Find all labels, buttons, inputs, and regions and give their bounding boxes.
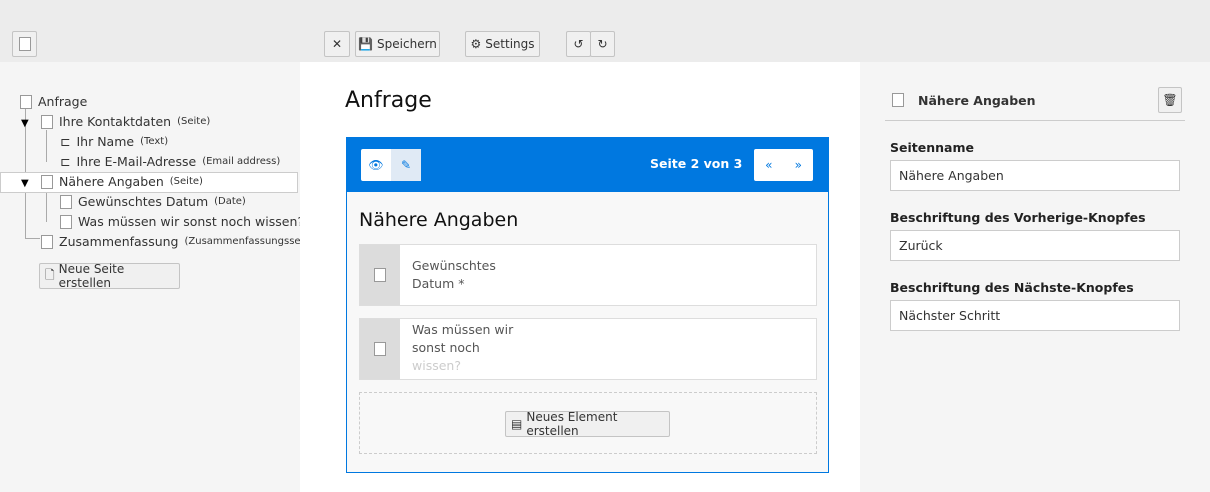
tree-label: Nähere Angaben xyxy=(59,174,164,189)
tree-label: Gewünschtes Datum xyxy=(78,194,209,209)
tree-item-page[interactable]: Zusammenfassung (Zusammenfassungsseite) xyxy=(41,234,317,249)
new-element-button[interactable]: ▤ Neues Element erstellen xyxy=(505,410,670,438)
calendar-icon xyxy=(374,268,386,282)
field-label: Beschriftung des Vorherige-Knopfes xyxy=(890,210,1146,225)
toolbar: ✕ 💾 Speichern ⚙ Settings ↺ ↻ xyxy=(0,0,1210,62)
tree-type: (Text) xyxy=(140,136,169,147)
element-label: sonst noch xyxy=(412,340,480,355)
new-form-button[interactable] xyxy=(12,31,37,57)
inspector-title: Nähere Angaben xyxy=(918,93,1036,108)
gear-icon: ⚙ xyxy=(470,37,482,51)
add-page-icon: 🗋 xyxy=(45,267,55,282)
redo-icon: ↻ xyxy=(597,37,608,51)
form-page-header: 👁 ✎ Seite 2 von 3 « » xyxy=(347,138,828,192)
form-element-date[interactable]: Gewünschtes Datum * xyxy=(359,244,817,306)
textarea-icon xyxy=(60,214,72,229)
save-label: Speichern xyxy=(377,37,437,51)
next-label-input[interactable] xyxy=(890,300,1180,331)
tree-item-element[interactable]: Was müssen wir sonst noch wissen? xyxy=(60,214,304,229)
tree-item-element[interactable]: ⊏ Ihr Name (Text) xyxy=(60,134,168,149)
page-icon xyxy=(892,93,904,107)
tree-label: Ihr Name xyxy=(76,134,135,149)
tree-label: Was müssen wir sonst noch wissen? xyxy=(78,214,305,229)
tree-item-element[interactable]: ⊏ Ihre E-Mail-Adresse (Email address) xyxy=(60,154,280,169)
tree-type: (Seite) xyxy=(169,176,203,187)
page-icon xyxy=(41,174,53,189)
summary-page-icon xyxy=(41,234,53,249)
save-button[interactable]: 💾 Speichern xyxy=(355,31,440,57)
element-label: Was müssen wir xyxy=(412,322,514,337)
floppy-icon: 💾 xyxy=(358,37,374,51)
tree-label: Ihre Kontaktdaten xyxy=(59,114,172,129)
settings-label: Settings xyxy=(485,37,535,51)
collapse-icon[interactable]: ▼ xyxy=(21,118,29,129)
close-button[interactable]: ✕ xyxy=(324,31,350,57)
settings-button[interactable]: ⚙ Settings xyxy=(465,31,540,57)
element-label: Gewünschtes xyxy=(412,258,496,273)
previous-label-input[interactable] xyxy=(890,230,1180,261)
form-title: Anfrage xyxy=(345,88,432,113)
form-element-textarea[interactable]: Was müssen wir sonst noch wissen? xyxy=(359,318,817,380)
next-page-icon[interactable]: » xyxy=(784,149,814,181)
page-indicator: Seite 2 von 3 xyxy=(650,156,743,171)
collapse-icon[interactable]: ▼ xyxy=(21,178,29,189)
calendar-icon xyxy=(60,194,72,209)
previous-page-icon[interactable]: « xyxy=(754,149,784,181)
new-document-icon xyxy=(18,37,31,51)
new-page-label: Neue Seite erstellen xyxy=(58,262,125,290)
tree-type: (Seite) xyxy=(177,116,211,127)
form-page-card: 👁 ✎ Seite 2 von 3 « » Nähere Angaben Gew… xyxy=(346,137,829,473)
field-label: Seitenname xyxy=(890,140,974,155)
form-tree: Anfrage ▼ Ihre Kontaktdaten (Seite) ⊏ Ihr … xyxy=(0,62,317,492)
tree-item-page-selected[interactable]: Nähere Angaben (Seite) xyxy=(41,174,203,189)
tree-type: (Date) xyxy=(214,196,246,207)
undo-button[interactable]: ↺ xyxy=(566,31,591,57)
tree-item-root[interactable]: Anfrage xyxy=(20,94,87,109)
tree-item-page[interactable]: Ihre Kontaktdaten (Seite) xyxy=(41,114,210,129)
textarea-icon xyxy=(374,342,386,356)
page-title: Nähere Angaben xyxy=(359,209,519,231)
element-label: Datum * xyxy=(412,276,465,291)
text-field-icon: ⊏ xyxy=(60,154,71,169)
page-icon xyxy=(41,114,53,129)
preview-icon[interactable]: 👁 xyxy=(361,149,391,181)
element-label: wissen? xyxy=(412,358,461,373)
add-element-icon: ▤ xyxy=(511,417,523,431)
tree-label: Ihre E-Mail-Adresse xyxy=(76,154,197,169)
form-preview: Anfrage 👁 ✎ Seite 2 von 3 « » Nähere Ang… xyxy=(300,62,860,492)
inspector: Nähere Angaben 🗑 Seitenname Beschriftung… xyxy=(860,62,1210,492)
edit-icon[interactable]: ✎ xyxy=(391,149,421,181)
page-name-input[interactable] xyxy=(890,160,1180,191)
tree-type: (Email address) xyxy=(202,156,281,167)
redo-button[interactable]: ↻ xyxy=(590,31,615,57)
text-field-icon: ⊏ xyxy=(60,134,71,149)
new-page-button[interactable]: 🗋 Neue Seite erstellen xyxy=(39,262,180,290)
tree-label: Zusammenfassung xyxy=(59,234,179,249)
field-label: Beschriftung des Nächste-Knopfes xyxy=(890,280,1134,295)
tree-type: (Zusammenfassungsseite) xyxy=(184,236,318,247)
tree-label: Anfrage xyxy=(38,94,88,109)
undo-icon: ↺ xyxy=(573,37,584,51)
new-element-label: Neues Element erstellen xyxy=(526,410,618,438)
new-element-zone: ▤ Neues Element erstellen xyxy=(359,392,817,454)
form-icon xyxy=(20,94,32,109)
trash-icon: 🗑 xyxy=(1162,93,1178,107)
delete-button[interactable]: 🗑 xyxy=(1158,87,1182,113)
tree-item-element[interactable]: Gewünschtes Datum (Date) xyxy=(60,194,246,209)
